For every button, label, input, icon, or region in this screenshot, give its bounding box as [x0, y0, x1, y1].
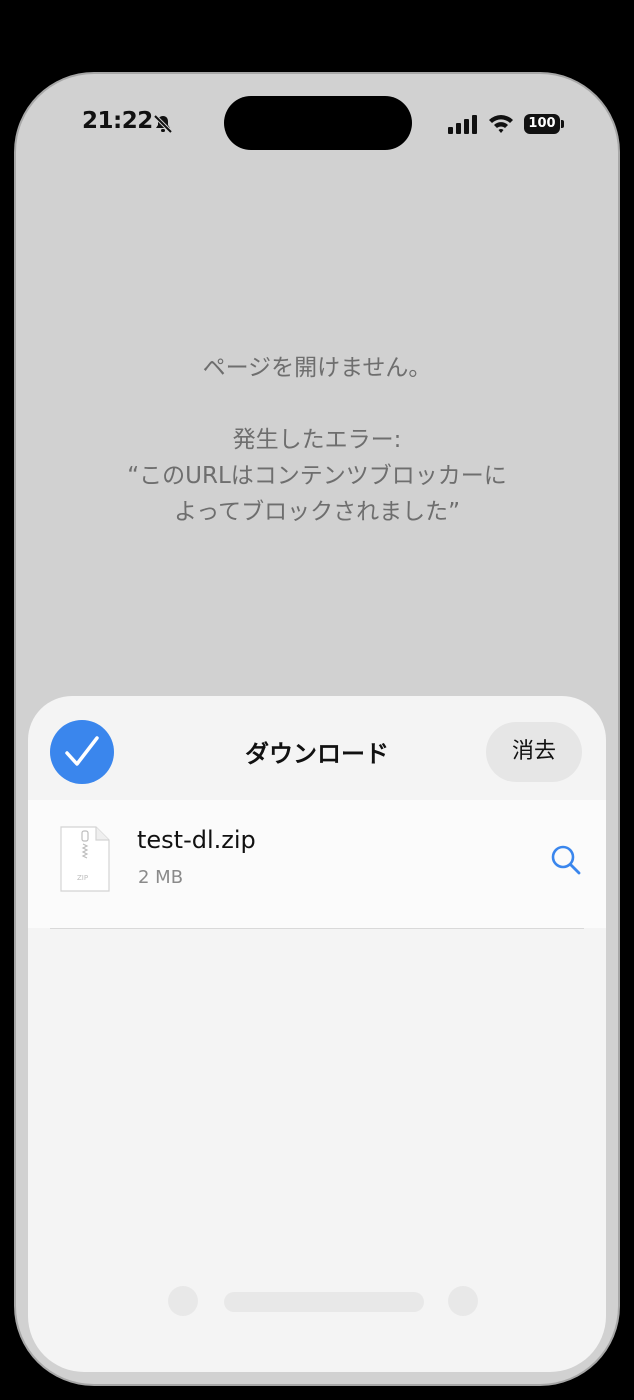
screen: 21:22 100 ページを開けません。 発生したエラー: “このURLはコンテ… [16, 74, 618, 1384]
file-size: 2 MB [138, 867, 184, 888]
error-detail-line2: よってブロックされました” [173, 499, 461, 525]
sheet-header: ダウンロード 消去 [28, 696, 606, 800]
dynamic-island [224, 96, 412, 150]
search-icon[interactable] [550, 844, 582, 876]
battery-icon: 100 [524, 114, 560, 134]
error-message: ページを開けません。 発生したエラー: “このURLはコンテンツブロッカーに よ… [56, 350, 578, 530]
download-row[interactable] [28, 800, 606, 928]
file-name: test-dl.zip [137, 826, 256, 854]
checkmark-icon [65, 736, 99, 766]
signal-icon [448, 114, 480, 134]
status-time: 21:22 [82, 108, 153, 134]
bell-slash-icon [152, 113, 174, 135]
error-detail-line1: “このURLはコンテンツブロッカーに [127, 463, 507, 489]
sheet-title: ダウンロード [245, 740, 389, 768]
row-divider [50, 928, 584, 929]
downloads-sheet: ダウンロード 消去 ZIP test-dl.zip 2 MB [28, 696, 606, 1372]
zip-file-icon: ZIP [60, 826, 110, 892]
status-bar: 21:22 100 [16, 74, 618, 174]
wifi-icon [488, 112, 514, 134]
clear-button[interactable]: 消去 [486, 722, 582, 782]
phone-frame: 21:22 100 ページを開けません。 発生したエラー: “このURLはコンテ… [14, 72, 620, 1386]
background-address-bar [168, 1276, 498, 1328]
file-type-label: ZIP [77, 874, 89, 882]
battery-tip [561, 120, 564, 128]
done-button[interactable] [50, 720, 114, 784]
error-label: 発生したエラー: [232, 427, 402, 453]
error-title: ページを開けません。 [202, 355, 432, 381]
